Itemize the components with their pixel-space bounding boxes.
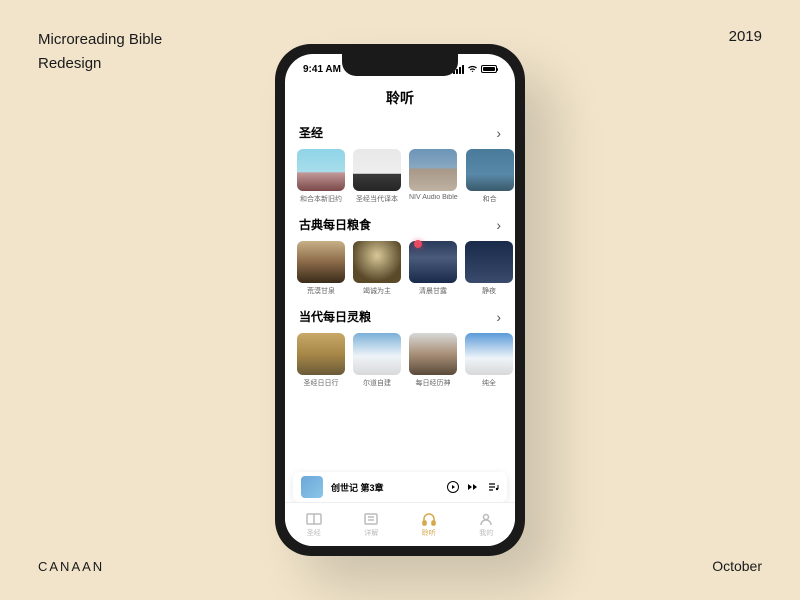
audio-card[interactable]: 清晨甘露	[409, 241, 457, 296]
tab-label: 详解	[364, 528, 378, 538]
audio-card[interactable]: NIV Audio Bible	[409, 149, 458, 204]
tab-label: 聆听	[422, 528, 436, 538]
battery-icon	[481, 65, 497, 73]
section-title: 古典每日粮食	[299, 216, 371, 233]
content-scroll[interactable]: 圣经 › 和合本新旧约 圣经当代译本 NIV Audio Bible 和合 古典…	[285, 118, 515, 500]
notch	[342, 54, 458, 76]
page-title: 聆听	[285, 84, 515, 118]
notes-icon	[362, 512, 380, 526]
phone-frame: 9:41 AM 聆听 圣经 › 和合本新旧约 圣经当代译本 NIV Audio …	[275, 44, 525, 556]
audio-card[interactable]: 尔道自建	[353, 333, 401, 388]
section-row: 荒漠甘泉 竭诚为主 清晨甘露 静夜	[297, 241, 503, 296]
card-label: 静夜	[465, 286, 513, 296]
tab-bible[interactable]: 圣经	[305, 512, 323, 538]
audio-card[interactable]: 静夜	[465, 241, 513, 296]
canvas-title: Microreading Bible Redesign	[38, 28, 162, 76]
chevron-right-icon: ›	[496, 217, 501, 233]
card-label: NIV Audio Bible	[409, 194, 458, 201]
player-title: 创世记 第3章	[331, 481, 439, 494]
chevron-right-icon: ›	[496, 309, 501, 325]
mini-player[interactable]: 创世记 第3章	[293, 472, 507, 502]
card-label: 和合	[466, 194, 514, 204]
player-thumb	[301, 476, 323, 498]
card-thumb	[297, 333, 345, 375]
tab-profile[interactable]: 我的	[477, 512, 495, 538]
fast-forward-icon[interactable]	[467, 481, 479, 493]
audio-card[interactable]: 和合本新旧约	[297, 149, 345, 204]
section-header-classic[interactable]: 古典每日粮食 ›	[297, 210, 503, 241]
play-icon[interactable]	[447, 481, 459, 493]
playlist-icon[interactable]	[487, 481, 499, 493]
wifi-icon	[467, 65, 478, 73]
chevron-right-icon: ›	[496, 125, 501, 141]
book-icon	[305, 512, 323, 526]
section-header-modern[interactable]: 当代每日灵粮 ›	[297, 302, 503, 333]
tab-label: 圣经	[307, 528, 321, 538]
headphones-icon	[420, 512, 438, 526]
card-label: 每日经历神	[409, 378, 457, 388]
section-title: 圣经	[299, 124, 323, 141]
card-label: 竭诚为主	[353, 286, 401, 296]
card-thumb	[353, 241, 401, 283]
card-label: 和合本新旧约	[297, 194, 345, 204]
tab-listen[interactable]: 聆听	[420, 512, 438, 538]
canvas-month: October	[712, 558, 762, 574]
card-thumb	[353, 149, 401, 191]
person-icon	[477, 512, 495, 526]
tab-bar: 圣经 详解 聆听 我的	[285, 502, 515, 546]
audio-card[interactable]: 竭诚为主	[353, 241, 401, 296]
card-thumb	[353, 333, 401, 375]
audio-card[interactable]: 纯全	[465, 333, 513, 388]
card-label: 圣经日日行	[297, 378, 345, 388]
card-thumb	[409, 149, 457, 191]
phone-screen: 9:41 AM 聆听 圣经 › 和合本新旧约 圣经当代译本 NIV Audio …	[285, 54, 515, 546]
section-title: 当代每日灵粮	[299, 308, 371, 325]
tab-label: 我的	[479, 528, 493, 538]
audio-card[interactable]: 圣经日日行	[297, 333, 345, 388]
card-label: 尔道自建	[353, 378, 401, 388]
player-controls	[447, 481, 499, 493]
tab-commentary[interactable]: 详解	[362, 512, 380, 538]
touch-indicator-icon	[414, 240, 422, 248]
card-label: 清晨甘露	[409, 286, 457, 296]
status-time: 9:41 AM	[303, 64, 341, 75]
card-label: 荒漠甘泉	[297, 286, 345, 296]
card-thumb	[297, 241, 345, 283]
card-label: 圣经当代译本	[353, 194, 401, 204]
card-thumb	[409, 333, 457, 375]
section-header-bible[interactable]: 圣经 ›	[297, 118, 503, 149]
audio-card[interactable]: 圣经当代译本	[353, 149, 401, 204]
audio-card[interactable]: 每日经历神	[409, 333, 457, 388]
section-row: 圣经日日行 尔道自建 每日经历神 纯全	[297, 333, 503, 388]
canvas-author: CANAAN	[38, 559, 104, 574]
canvas-year: 2019	[729, 28, 762, 45]
card-thumb	[466, 149, 514, 191]
section-row: 和合本新旧约 圣经当代译本 NIV Audio Bible 和合	[297, 149, 503, 204]
audio-card[interactable]: 荒漠甘泉	[297, 241, 345, 296]
card-label: 纯全	[465, 378, 513, 388]
card-thumb	[465, 333, 513, 375]
card-thumb	[465, 241, 513, 283]
audio-card[interactable]: 和合	[466, 149, 514, 204]
card-thumb	[297, 149, 345, 191]
